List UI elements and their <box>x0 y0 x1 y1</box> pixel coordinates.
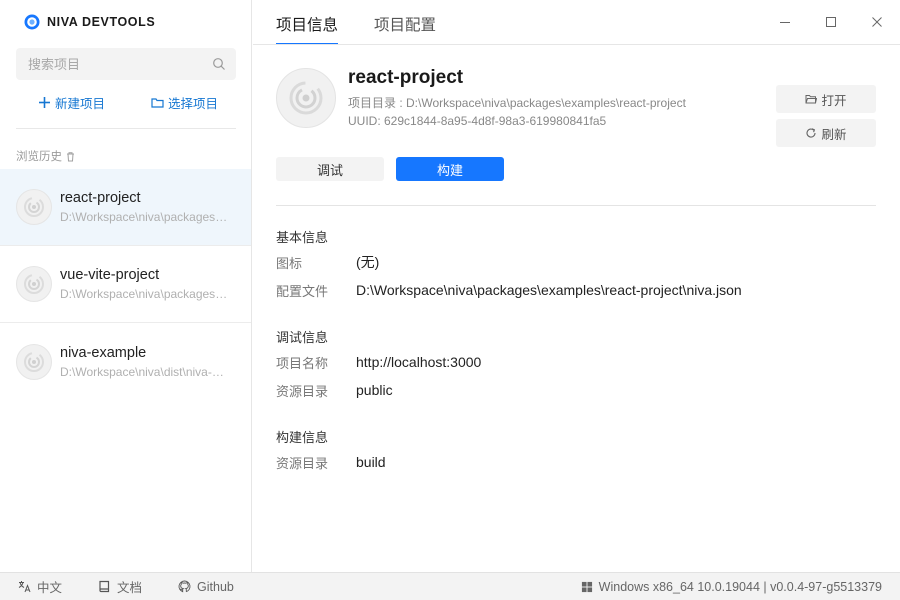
project-avatar <box>16 266 52 302</box>
sidebar-divider <box>16 128 236 129</box>
info-row: 图标 (无) <box>276 248 876 276</box>
project-logo-icon <box>24 351 44 372</box>
build-button[interactable]: 构建 <box>396 157 504 181</box>
plus-icon <box>39 96 50 108</box>
project-avatar-large <box>276 68 336 128</box>
build-info-section: 构建信息 资源目录 build <box>276 428 876 476</box>
refresh-button[interactable]: 刷新 <box>776 119 876 147</box>
project-uuid: UUID: 629c1844-8a95-4d8f-98a3-619980841f… <box>348 114 607 128</box>
header-divider <box>253 44 900 45</box>
language-switch[interactable]: 中文 <box>18 577 62 596</box>
refresh-icon <box>806 128 817 138</box>
folder-open-icon <box>805 95 818 104</box>
docs-label: 文档 <box>117 581 143 595</box>
info-value: D:\Workspace\niva\packages\examples\reac… <box>356 282 742 298</box>
project-list-item[interactable]: niva-example D:\Workspace\niva\dist\niva… <box>0 323 251 400</box>
project-actions: 新建项目 选择项目 <box>38 92 218 112</box>
info-key: 配置文件 <box>276 283 329 299</box>
system-info: Windows x86_64 10.0.19044 | v0.0.4-97-g5… <box>581 580 882 594</box>
search-icon[interactable] <box>212 57 226 71</box>
maximize-button[interactable] <box>808 0 854 44</box>
project-name: react-project <box>60 190 141 206</box>
trash-icon[interactable] <box>65 151 76 162</box>
window-controls <box>762 0 900 44</box>
sidebar: NIVA DEVTOOLS 新建项目 选择项目 浏览历史 <box>0 0 252 572</box>
new-project-button[interactable]: 新建项目 <box>38 92 105 112</box>
translate-icon <box>18 581 31 593</box>
language-label: 中文 <box>37 581 63 595</box>
info-row: 配置文件 D:\Workspace\niva\packages\examples… <box>276 276 876 304</box>
project-list-item[interactable]: react-project D:\Workspace\niva\packages… <box>0 169 251 246</box>
brand: NIVA DEVTOOLS <box>24 13 155 31</box>
info-key: 资源目录 <box>276 383 329 399</box>
project-logo-icon <box>289 81 323 115</box>
project-path: D:\Workspace\niva\dist\niva-example <box>60 364 230 379</box>
project-path: D:\Workspace\niva\packages\examples\reac… <box>60 210 230 224</box>
new-project-label: 新建项目 <box>55 96 106 111</box>
project-directory: 项目目录 : D:\Workspace\niva\packages\exampl… <box>348 96 686 110</box>
search-box[interactable] <box>16 48 236 80</box>
select-project-label: 选择项目 <box>167 96 218 111</box>
info-row: 资源目录 public <box>276 376 876 404</box>
debug-info-section: 调试信息 项目名称 http://localhost:3000 资源目录 pub… <box>276 328 876 404</box>
select-project-button[interactable]: 选择项目 <box>151 92 218 112</box>
project-list-item[interactable]: vue-vite-project D:\Workspace\niva\packa… <box>0 246 251 323</box>
project-avatar <box>16 343 52 380</box>
info-key: 资源目录 <box>276 455 329 471</box>
history-header: 浏览历史 <box>16 148 76 164</box>
minimize-button[interactable] <box>762 0 808 44</box>
section-title: 基本信息 <box>276 230 329 245</box>
project-name: vue-vite-project <box>60 267 160 283</box>
project-title: react-project <box>348 67 464 88</box>
status-bar: 中文 文档 Github Windows x86_64 10.0.19044 |… <box>0 572 900 600</box>
info-row: 资源目录 build <box>276 448 876 476</box>
github-label: Github <box>197 579 234 594</box>
windows-icon <box>581 581 592 592</box>
open-label: 打开 <box>821 93 847 108</box>
project-path: D:\Workspace\niva\packages\examples\vue-… <box>60 287 230 301</box>
docs-link[interactable]: 文档 <box>98 577 142 596</box>
basic-info-section: 基本信息 图标 (无) 配置文件 D:\Workspace\niva\packa… <box>276 228 876 304</box>
info-value: http://localhost:3000 <box>356 354 482 370</box>
info-value: (无) <box>356 254 380 270</box>
tab-project-config[interactable]: 项目配置 <box>374 0 436 45</box>
github-link[interactable]: Github <box>178 577 234 596</box>
section-title: 构建信息 <box>276 430 329 445</box>
info-value: build <box>356 454 386 470</box>
info-key: 项目名称 <box>276 355 329 371</box>
close-button[interactable] <box>854 0 900 44</box>
project-logo-icon <box>24 197 44 217</box>
debug-button[interactable]: 调试 <box>276 157 384 181</box>
maximize-icon <box>826 17 836 27</box>
info-value: public <box>356 382 393 398</box>
close-icon <box>872 17 882 27</box>
system-info-text: Windows x86_64 10.0.19044 | v0.0.4-97-g5… <box>598 579 882 594</box>
project-avatar <box>16 189 52 225</box>
main-tabs: 项目信息 项目配置 <box>276 0 436 45</box>
project-logo-icon <box>24 274 44 294</box>
project-history-list: react-project D:\Workspace\niva\packages… <box>0 169 251 400</box>
refresh-label: 刷新 <box>821 127 847 142</box>
project-name: niva-example <box>60 344 147 361</box>
open-button[interactable]: 打开 <box>776 85 876 113</box>
github-icon <box>178 580 191 593</box>
folder-icon <box>151 97 164 108</box>
minimize-icon <box>780 22 790 23</box>
info-row: 项目名称 http://localhost:3000 <box>276 348 876 376</box>
book-icon <box>99 580 110 593</box>
brand-name: NIVA DEVTOOLS <box>47 15 156 29</box>
history-label: 浏览历史 <box>16 151 62 163</box>
niva-logo-icon <box>24 14 40 30</box>
content-divider <box>276 205 876 206</box>
info-key: 图标 <box>276 255 303 271</box>
search-input[interactable] <box>28 56 212 72</box>
section-title: 调试信息 <box>276 330 329 345</box>
tab-project-info[interactable]: 项目信息 <box>276 0 339 45</box>
